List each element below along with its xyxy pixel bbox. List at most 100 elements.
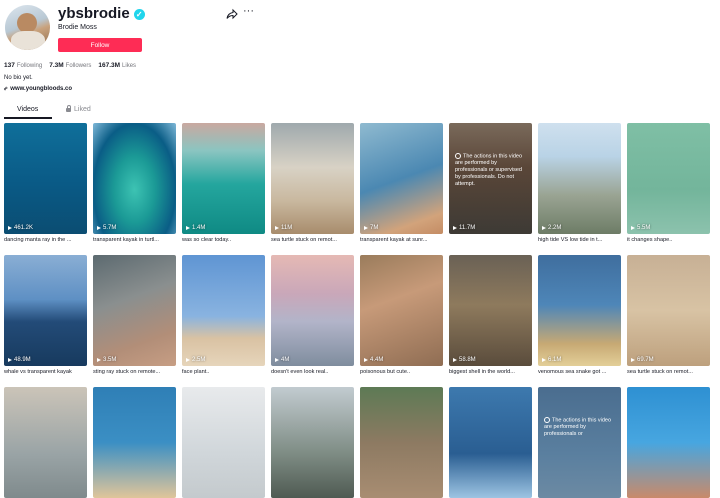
play-icon — [186, 226, 190, 230]
video-card[interactable] — [360, 387, 443, 498]
view-count: 11M — [275, 225, 292, 231]
stat-following[interactable]: 137 Following — [4, 62, 42, 69]
video-caption[interactable]: doesn't even look real.. — [271, 368, 354, 377]
video-caption[interactable]: sea turtle stuck on remot... — [627, 368, 710, 377]
view-count-text: 1.4M — [192, 225, 206, 231]
video-thumbnail[interactable]: The actions in this video are performed … — [449, 123, 532, 234]
video-card[interactable]: The actions in this video are performed … — [449, 123, 532, 234]
video-card[interactable]: 48.9M whale vs transparent kayak — [4, 255, 87, 377]
video-card[interactable]: 2.5M face plant.. — [182, 255, 265, 377]
video-card[interactable]: 7M transparent kayak at sunr... — [360, 123, 443, 245]
video-card[interactable]: 5.7M transparent kayak in turtl... — [93, 123, 176, 245]
video-caption[interactable]: poisonous but cute.. — [360, 368, 443, 377]
video-thumbnail[interactable]: 4.4M — [360, 255, 443, 366]
video-caption[interactable]: it changes shape.. — [627, 236, 710, 245]
video-caption[interactable]: biggest shell in the world... — [449, 368, 532, 377]
view-count-text: 6.1M — [548, 357, 562, 363]
play-icon — [275, 358, 279, 362]
video-thumbnail[interactable] — [449, 387, 532, 498]
video-thumbnail[interactable]: 461.2K — [4, 123, 87, 234]
video-thumbnail[interactable]: 11M — [271, 123, 354, 234]
video-thumbnail[interactable]: 1.4M — [182, 123, 265, 234]
bio: No bio yet. — [4, 75, 33, 81]
view-count: 4M — [275, 357, 289, 363]
video-thumbnail[interactable]: 48.9M — [4, 255, 87, 366]
video-card[interactable]: 461.2K dancing manta ray in the ... — [4, 123, 87, 245]
video-thumbnail[interactable]: 4M — [271, 255, 354, 366]
video-caption[interactable]: venomous sea snake got ... — [538, 368, 621, 377]
video-thumbnail[interactable]: The actions in this video are performed … — [538, 387, 621, 498]
video-card[interactable] — [627, 387, 710, 498]
video-card[interactable] — [182, 387, 265, 498]
view-count-text: 2.2M — [548, 225, 562, 231]
play-icon — [186, 358, 190, 362]
play-icon — [453, 226, 457, 230]
video-caption[interactable]: sting ray stuck on remote... — [93, 368, 176, 377]
video-caption[interactable]: was so clear today.. — [182, 236, 265, 245]
video-card[interactable]: 69.7M sea turtle stuck on remot... — [627, 255, 710, 377]
view-count: 58.8M — [453, 357, 476, 363]
video-card[interactable]: 2.2M high tide VS low tide in t... — [538, 123, 621, 245]
video-card[interactable]: The actions in this video are performed … — [538, 387, 621, 498]
video-card[interactable]: 4M doesn't even look real.. — [271, 255, 354, 377]
tab-liked[interactable]: Liked — [66, 104, 91, 120]
avatar[interactable] — [5, 5, 50, 50]
video-caption[interactable]: dancing manta ray in the ... — [4, 236, 87, 245]
video-thumbnail[interactable]: 58.8M — [449, 255, 532, 366]
view-count: 69.7M — [631, 357, 654, 363]
play-icon — [275, 226, 279, 230]
video-card[interactable]: 11M sea turtle stuck on remot... — [271, 123, 354, 245]
view-count-text: 4M — [281, 357, 290, 363]
video-card[interactable] — [449, 387, 532, 498]
video-thumbnail[interactable] — [93, 387, 176, 498]
view-count: 7M — [364, 225, 378, 231]
video-caption[interactable]: high tide VS low tide in t... — [538, 236, 621, 245]
play-icon — [364, 226, 368, 230]
view-count-text: 69.7M — [637, 357, 654, 363]
video-thumbnail[interactable]: 6.1M — [538, 255, 621, 366]
video-thumbnail[interactable] — [627, 387, 710, 498]
video-thumbnail[interactable]: 69.7M — [627, 255, 710, 366]
more-options-icon[interactable]: ··· — [243, 5, 254, 17]
following-label: Following — [16, 63, 43, 69]
stat-followers[interactable]: 7.3M Followers — [49, 62, 91, 69]
profile-tabs: Videos Liked — [0, 104, 720, 120]
share-icon[interactable] — [226, 8, 238, 20]
active-tab-indicator — [4, 117, 52, 119]
profile-stats: 137 Following 7.3M Followers 167.3M Likes — [4, 62, 136, 69]
video-card[interactable]: 4.4M poisonous but cute.. — [360, 255, 443, 377]
video-card[interactable] — [4, 387, 87, 498]
view-count: 1.4M — [186, 225, 205, 231]
video-thumbnail[interactable] — [271, 387, 354, 498]
video-card[interactable]: 1.4M was so clear today.. — [182, 123, 265, 245]
video-thumbnail[interactable]: 5.5M — [627, 123, 710, 234]
video-thumbnail[interactable]: 3.5M — [93, 255, 176, 366]
video-card[interactable]: 3.5M sting ray stuck on remote... — [93, 255, 176, 377]
video-card[interactable] — [93, 387, 176, 498]
video-card[interactable]: 58.8M biggest shell in the world... — [449, 255, 532, 377]
video-card[interactable]: 6.1M venomous sea snake got ... — [538, 255, 621, 377]
video-thumbnail[interactable]: 2.5M — [182, 255, 265, 366]
video-caption[interactable]: sea turtle stuck on remot... — [271, 236, 354, 245]
view-count-text: 48.9M — [14, 357, 31, 363]
video-caption[interactable]: face plant.. — [182, 368, 265, 377]
video-card[interactable] — [271, 387, 354, 498]
view-count: 48.9M — [8, 357, 31, 363]
tab-liked-label: Liked — [74, 106, 91, 113]
video-caption[interactable]: transparent kayak in turtl... — [93, 236, 176, 245]
video-thumbnail[interactable] — [182, 387, 265, 498]
video-thumbnail[interactable]: 7M — [360, 123, 443, 234]
video-thumbnail[interactable] — [360, 387, 443, 498]
video-caption[interactable]: transparent kayak at sunr... — [360, 236, 443, 245]
video-thumbnail[interactable]: 5.7M — [93, 123, 176, 234]
video-card[interactable]: 5.5M it changes shape.. — [627, 123, 710, 245]
view-count: 461.2K — [8, 225, 33, 231]
video-thumbnail[interactable] — [4, 387, 87, 498]
video-caption[interactable]: whale vs transparent kayak — [4, 368, 87, 377]
video-thumbnail[interactable]: 2.2M — [538, 123, 621, 234]
play-icon — [631, 358, 635, 362]
view-count: 11.7M — [453, 225, 475, 231]
follow-button[interactable]: Follow — [58, 38, 142, 52]
profile-link[interactable]: ∞ www.youngbloods.co — [3, 85, 73, 92]
play-icon — [97, 226, 101, 230]
